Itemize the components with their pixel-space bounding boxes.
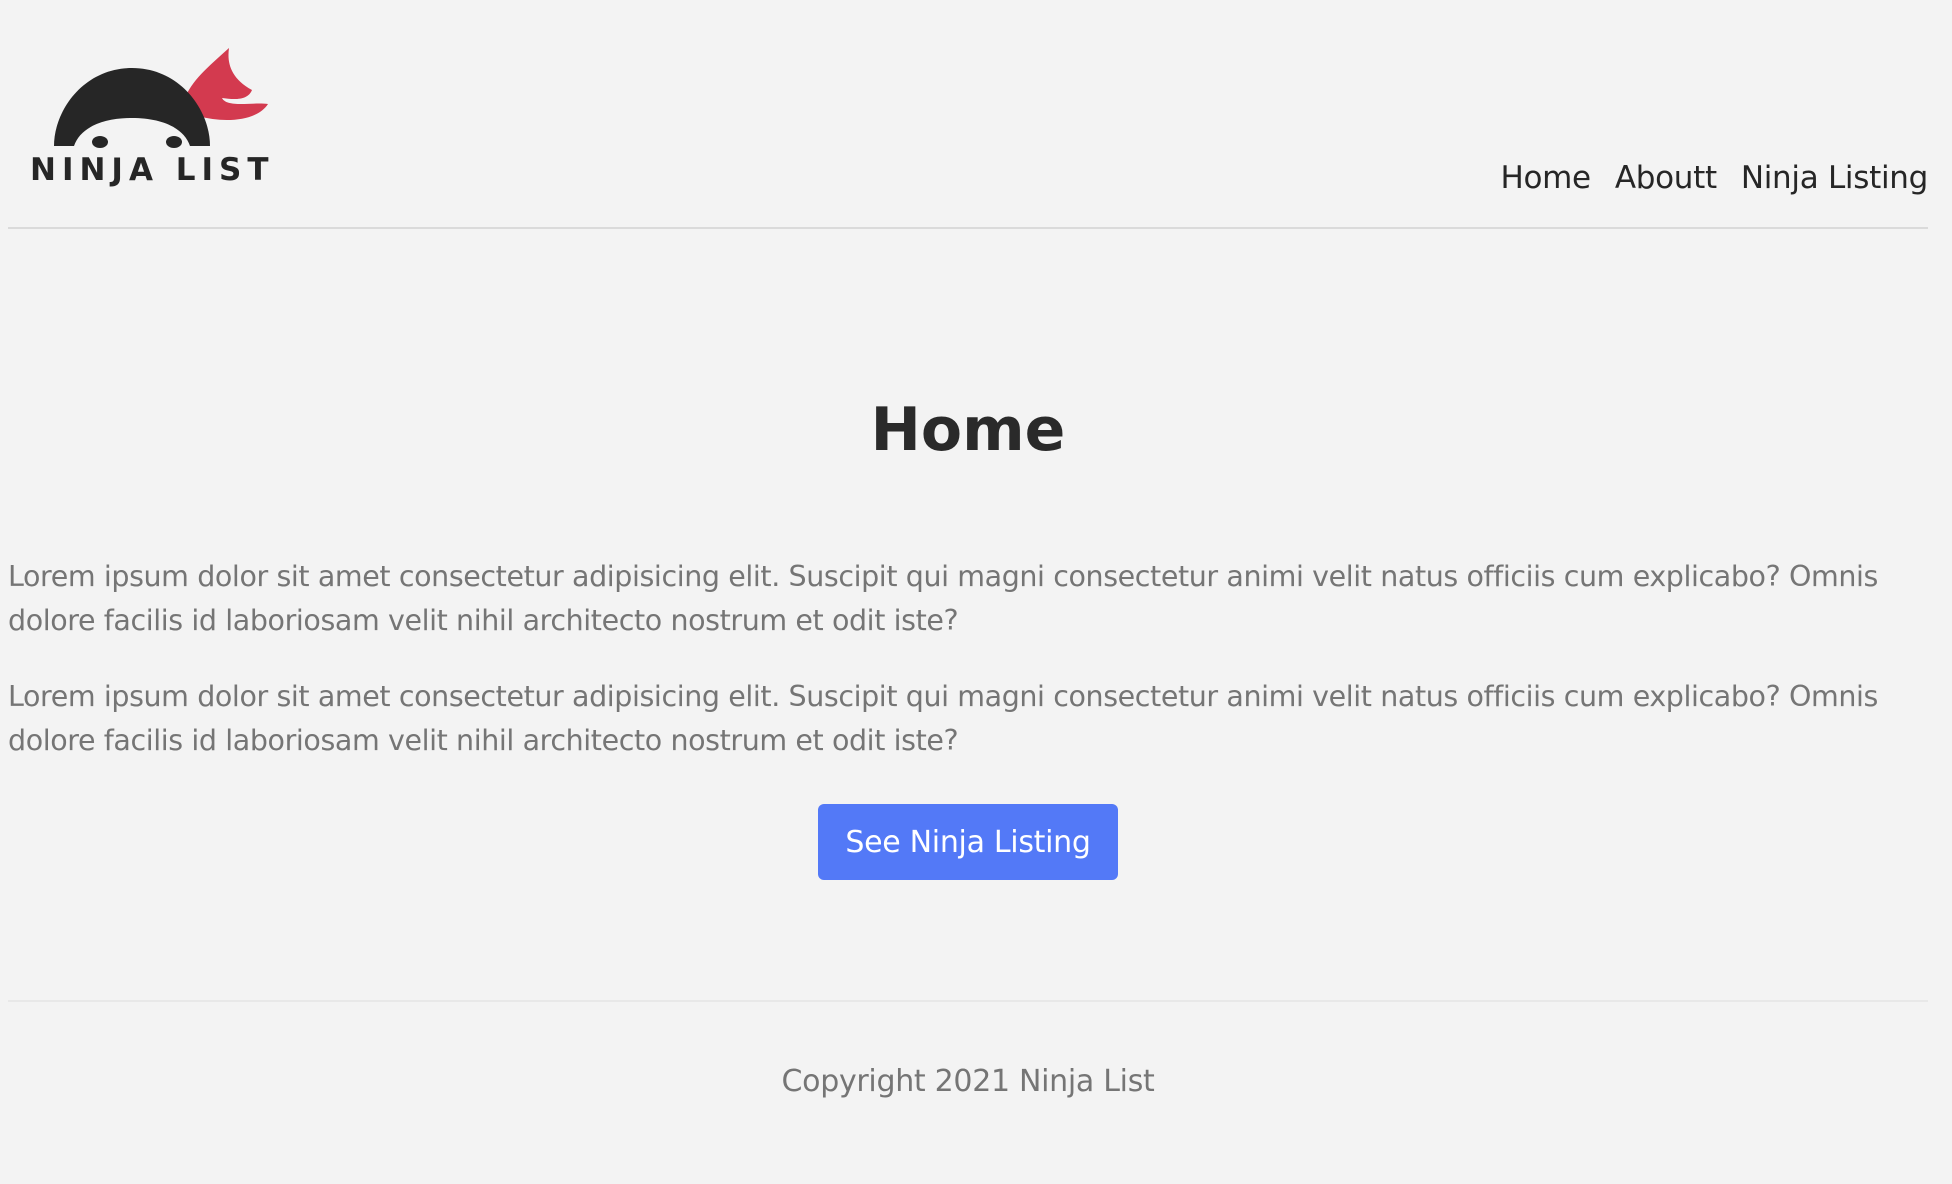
body-paragraph: Lorem ipsum dolor sit amet consectetur a… — [8, 680, 1879, 757]
page: NINJA LIST Home Aboutt Ninja Listing Hom… — [8, 0, 1928, 1184]
nav-home-link[interactable]: Home — [1500, 160, 1591, 196]
nav-about-link[interactable]: Aboutt — [1615, 160, 1717, 196]
body-paragraph: Lorem ipsum dolor sit amet consectetur a… — [8, 560, 1879, 637]
site-header: NINJA LIST Home Aboutt Ninja Listing — [8, 0, 1928, 229]
see-ninja-listing-button[interactable]: See Ninja Listing — [818, 804, 1118, 880]
footer-divider — [8, 1000, 1928, 1002]
copyright-text: Copyright 2021 Ninja List — [781, 1064, 1155, 1099]
logo-wordmark: NINJA LIST — [30, 152, 275, 188]
nav-ninja-listing-link[interactable]: Ninja Listing — [1741, 160, 1928, 196]
page-title: Home — [870, 395, 1066, 465]
main-nav: Home Aboutt Ninja Listing — [1500, 160, 1928, 196]
logo-link[interactable]: NINJA LIST — [22, 40, 272, 200]
ninja-logo-icon — [54, 48, 268, 148]
